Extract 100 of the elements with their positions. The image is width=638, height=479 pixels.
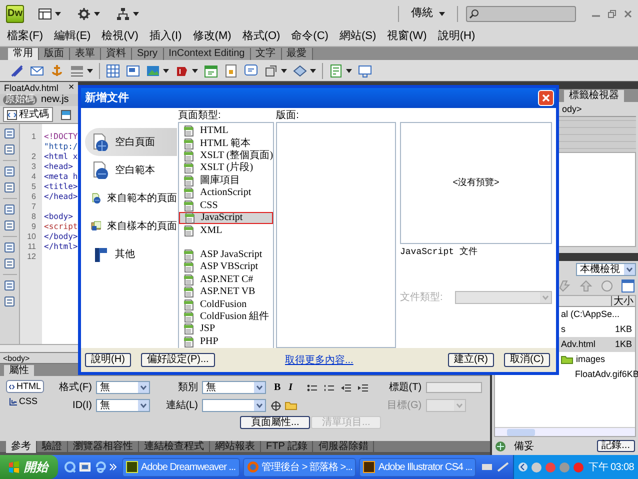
code-tool-icon[interactable] bbox=[4, 144, 15, 155]
taskbar-button[interactable]: Adobe Illustrator CS4 ... bbox=[359, 458, 476, 476]
taskbar-button[interactable]: Adobe Dreamweaver ... bbox=[122, 458, 240, 476]
chevron-icon[interactable] bbox=[518, 462, 528, 472]
code-tool-icon[interactable] bbox=[4, 166, 15, 177]
insert-tab[interactable]: 常用 bbox=[8, 48, 39, 60]
browser-icon[interactable] bbox=[94, 461, 106, 473]
results-tab[interactable]: 網站報表 bbox=[210, 440, 261, 452]
page-type-item[interactable]: ColdFusion bbox=[179, 298, 274, 311]
view-button[interactable]: 程式碼 bbox=[3, 107, 53, 122]
title-field[interactable] bbox=[426, 382, 482, 393]
div-icon[interactable] bbox=[126, 64, 140, 78]
page-type-item[interactable]: XSLT (整個頁面) bbox=[179, 150, 274, 162]
tag-selector[interactable]: <body> bbox=[3, 352, 30, 364]
italic-button[interactable]: I bbox=[288, 380, 293, 395]
envelope-icon[interactable] bbox=[30, 64, 44, 78]
category-item[interactable]: 其他 bbox=[85, 240, 177, 268]
toolbar-dropdown[interactable] bbox=[293, 64, 316, 78]
insert-tab[interactable]: 版面 bbox=[39, 48, 70, 60]
preferences-button[interactable]: 偏好設定(P)... bbox=[141, 353, 215, 367]
page-type-item[interactable]: XSLT (片段) bbox=[179, 162, 274, 175]
category-item[interactable]: 來自樣本的頁面 bbox=[85, 212, 177, 240]
more-content-link[interactable]: 取得更多內容... bbox=[285, 352, 354, 368]
workspace-switcher[interactable]: 傳統 bbox=[407, 5, 449, 22]
expand-panel-icon[interactable] bbox=[621, 279, 635, 293]
toolbar-dropdown[interactable] bbox=[264, 64, 287, 78]
crosshair-icon[interactable] bbox=[271, 400, 281, 410]
toolbar-dropdown[interactable] bbox=[36, 6, 63, 20]
close-button[interactable] bbox=[538, 90, 554, 106]
taskbar-button[interactable]: 管理後台 > 部落格 >... bbox=[242, 458, 356, 476]
help-button[interactable]: 說明(H) bbox=[85, 353, 131, 367]
results-tab[interactable]: FTP 記錄 bbox=[261, 440, 314, 452]
ordered-list-icon[interactable] bbox=[324, 384, 334, 392]
menu-item[interactable]: 編輯(E) bbox=[53, 28, 92, 45]
insert-tab[interactable]: 表單 bbox=[70, 48, 101, 60]
link-icon[interactable] bbox=[10, 64, 24, 78]
page-type-item[interactable]: PHP bbox=[179, 336, 274, 348]
menu-item[interactable]: 視窗(W) bbox=[386, 28, 428, 45]
results-tab[interactable]: 連結檢查程式 bbox=[139, 440, 210, 452]
page-type-item[interactable]: CSS bbox=[179, 199, 274, 212]
related-file-tab[interactable]: new.js bbox=[39, 95, 71, 105]
page-type-item[interactable]: JSP bbox=[179, 323, 274, 336]
check-in-icon[interactable] bbox=[558, 279, 572, 293]
class-dropdown[interactable]: 無 bbox=[202, 381, 266, 394]
panel-tab[interactable]: 標籤檢視器 bbox=[564, 90, 624, 102]
mode-button[interactable]: CSS bbox=[6, 395, 44, 408]
menu-item[interactable]: 命令(C) bbox=[290, 28, 330, 45]
menu-item[interactable]: 檔案(F) bbox=[6, 28, 44, 45]
outdent-icon[interactable] bbox=[340, 384, 351, 392]
results-tab[interactable]: 驗證 bbox=[37, 440, 68, 452]
table-icon[interactable] bbox=[106, 64, 120, 78]
page-type-item[interactable]: ASP.NET VB bbox=[179, 286, 274, 298]
log-button[interactable]: 記錄... bbox=[596, 440, 635, 452]
page-type-item[interactable]: 圖庫項目 bbox=[179, 174, 274, 188]
page-type-item[interactable]: ASP JavaScript bbox=[179, 248, 274, 262]
menu-item[interactable]: 格式(O) bbox=[241, 28, 282, 45]
calendar-icon[interactable] bbox=[204, 64, 218, 78]
category-item[interactable]: 來自範本的頁面 bbox=[85, 184, 177, 212]
insert-tab[interactable]: 文字 bbox=[250, 48, 282, 60]
results-tab[interactable]: 瀏覽器相容性 bbox=[68, 440, 139, 452]
page-type-item[interactable]: ASP VBScript bbox=[179, 261, 274, 274]
document-tab[interactable]: FloatAdv.html × bbox=[0, 82, 78, 94]
panel-tab[interactable]: 屬性 bbox=[4, 365, 34, 376]
link-dropdown[interactable] bbox=[202, 399, 266, 412]
column-header[interactable]: 大小 bbox=[611, 296, 635, 306]
id-dropdown[interactable]: 無 bbox=[96, 399, 150, 412]
category-item[interactable]: 空白頁面 bbox=[85, 128, 177, 156]
insert-tab[interactable]: 資料 bbox=[101, 48, 132, 60]
page-type-item[interactable]: ColdFusion 組件 bbox=[179, 310, 274, 324]
properties-button[interactable]: 頁面屬性... bbox=[240, 416, 310, 429]
bold-button[interactable]: B bbox=[274, 380, 281, 395]
code-tool-icon[interactable] bbox=[4, 242, 15, 253]
desktop-icon[interactable] bbox=[79, 461, 91, 473]
page-type-item[interactable]: JavaScript bbox=[179, 212, 274, 224]
related-file-tab[interactable]: 原始碼 bbox=[3, 95, 37, 105]
page-type-item[interactable]: XML bbox=[179, 224, 274, 237]
keyboard-icon[interactable] bbox=[480, 461, 493, 473]
toolbar-dropdown[interactable] bbox=[70, 64, 93, 78]
cancel-button[interactable]: 取消(C) bbox=[504, 353, 550, 367]
code-tool-icon[interactable] bbox=[4, 182, 15, 193]
chevron-icon[interactable] bbox=[109, 463, 117, 471]
insert-tab[interactable]: Spry bbox=[132, 48, 164, 60]
code-tool-icon[interactable] bbox=[4, 258, 15, 269]
indent-icon[interactable] bbox=[358, 384, 368, 392]
results-tab[interactable]: 參考 bbox=[6, 440, 37, 452]
page-type-item[interactable]: HTML 範本 bbox=[179, 137, 274, 150]
menu-item[interactable]: 修改(M) bbox=[192, 28, 232, 45]
comment-icon[interactable] bbox=[244, 64, 258, 78]
restore-icon[interactable] bbox=[608, 10, 616, 18]
toolbar-dropdown[interactable] bbox=[329, 64, 352, 78]
create-button[interactable]: 建立(R) bbox=[448, 353, 494, 367]
horizontal-scrollbar[interactable] bbox=[495, 427, 635, 436]
code-tool-icon[interactable] bbox=[4, 128, 15, 139]
mode-button[interactable]: HTML bbox=[6, 380, 44, 393]
search-field[interactable] bbox=[466, 6, 576, 22]
view-dropdown[interactable]: 本機檢視 bbox=[576, 262, 636, 276]
pen-icon[interactable] bbox=[496, 461, 509, 473]
insert-tab[interactable]: InContext Editing bbox=[164, 48, 251, 60]
code-tool-icon[interactable] bbox=[4, 296, 15, 307]
toolbar-dropdown[interactable] bbox=[75, 6, 102, 20]
